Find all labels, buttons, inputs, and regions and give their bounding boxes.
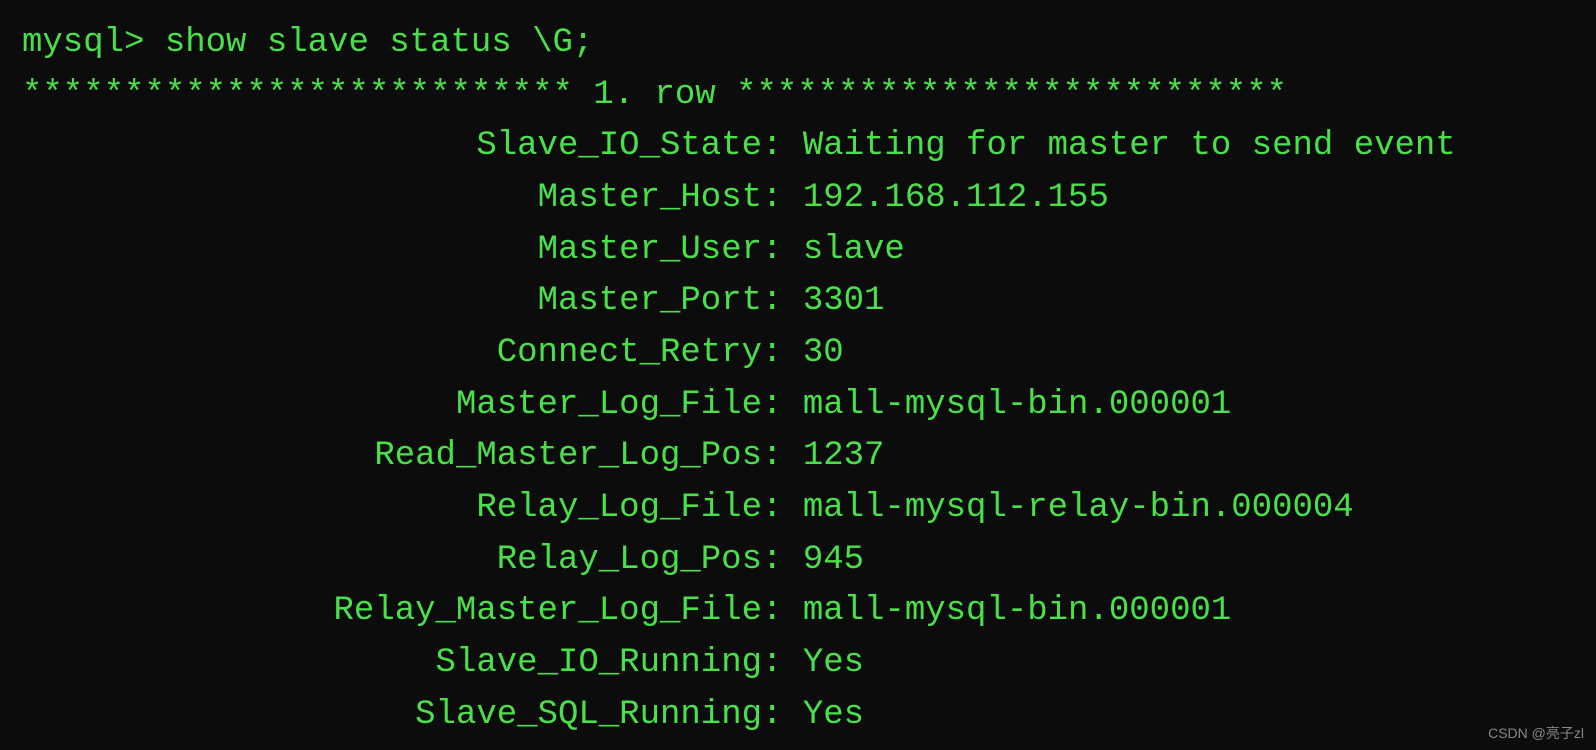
field-relay-log-file: Relay_Log_File: mall-mysql-relay-bin.000… [22, 483, 1596, 535]
command-line[interactable]: mysql> show slave status \G; [22, 18, 1596, 70]
colon: : [762, 586, 803, 638]
field-value: Yes [803, 690, 864, 742]
field-value: Yes [803, 638, 864, 690]
colon: : [762, 121, 803, 173]
field-slave-sql-running: Slave_SQL_Running: Yes [22, 690, 1596, 742]
field-label: Relay_Log_Pos [22, 535, 762, 587]
field-relay-log-pos: Relay_Log_Pos: 945 [22, 535, 1596, 587]
field-label: Master_Port [22, 276, 762, 328]
field-label: Master_Host [22, 173, 762, 225]
colon: : [762, 328, 803, 380]
row-separator: *************************** 1. row *****… [22, 70, 1596, 122]
field-relay-master-log-file: Relay_Master_Log_File: mall-mysql-bin.00… [22, 586, 1596, 638]
field-label: Master_User [22, 225, 762, 277]
mysql-prompt: mysql> [22, 24, 165, 62]
colon: : [762, 483, 803, 535]
watermark-text: CSDN @亮子zl [1488, 723, 1584, 744]
colon: : [762, 173, 803, 225]
field-label: Master_Log_File [22, 380, 762, 432]
field-label: Read_Master_Log_Pos [22, 431, 762, 483]
colon: : [762, 380, 803, 432]
field-label: Relay_Log_File [22, 483, 762, 535]
field-connect-retry: Connect_Retry: 30 [22, 328, 1596, 380]
field-value: 192.168.112.155 [803, 173, 1109, 225]
command-text: show slave status \G; [165, 24, 593, 62]
field-master-user: Master_User: slave [22, 225, 1596, 277]
field-value: slave [803, 225, 905, 277]
colon: : [762, 638, 803, 690]
field-slave-io-running: Slave_IO_Running: Yes [22, 638, 1596, 690]
field-master-host: Master_Host: 192.168.112.155 [22, 173, 1596, 225]
field-master-port: Master_Port: 3301 [22, 276, 1596, 328]
field-read-master-log-pos: Read_Master_Log_Pos: 1237 [22, 431, 1596, 483]
colon: : [762, 225, 803, 277]
field-value: 945 [803, 535, 864, 587]
field-label: Slave_IO_State [22, 121, 762, 173]
colon: : [762, 431, 803, 483]
field-label: Slave_IO_Running [22, 638, 762, 690]
field-label: Slave_SQL_Running [22, 690, 762, 742]
field-value: 1237 [803, 431, 885, 483]
field-value: 3301 [803, 276, 885, 328]
field-label: Connect_Retry [22, 328, 762, 380]
colon: : [762, 535, 803, 587]
colon: : [762, 690, 803, 742]
field-value: 30 [803, 328, 844, 380]
field-value: mall-mysql-bin.000001 [803, 380, 1231, 432]
field-label: Relay_Master_Log_File [22, 586, 762, 638]
field-slave-io-state: Slave_IO_State: Waiting for master to se… [22, 121, 1596, 173]
colon: : [762, 276, 803, 328]
field-value: mall-mysql-relay-bin.000004 [803, 483, 1354, 535]
field-value: Waiting for master to send event [803, 121, 1456, 173]
field-master-log-file: Master_Log_File: mall-mysql-bin.000001 [22, 380, 1596, 432]
field-value: mall-mysql-bin.000001 [803, 586, 1231, 638]
